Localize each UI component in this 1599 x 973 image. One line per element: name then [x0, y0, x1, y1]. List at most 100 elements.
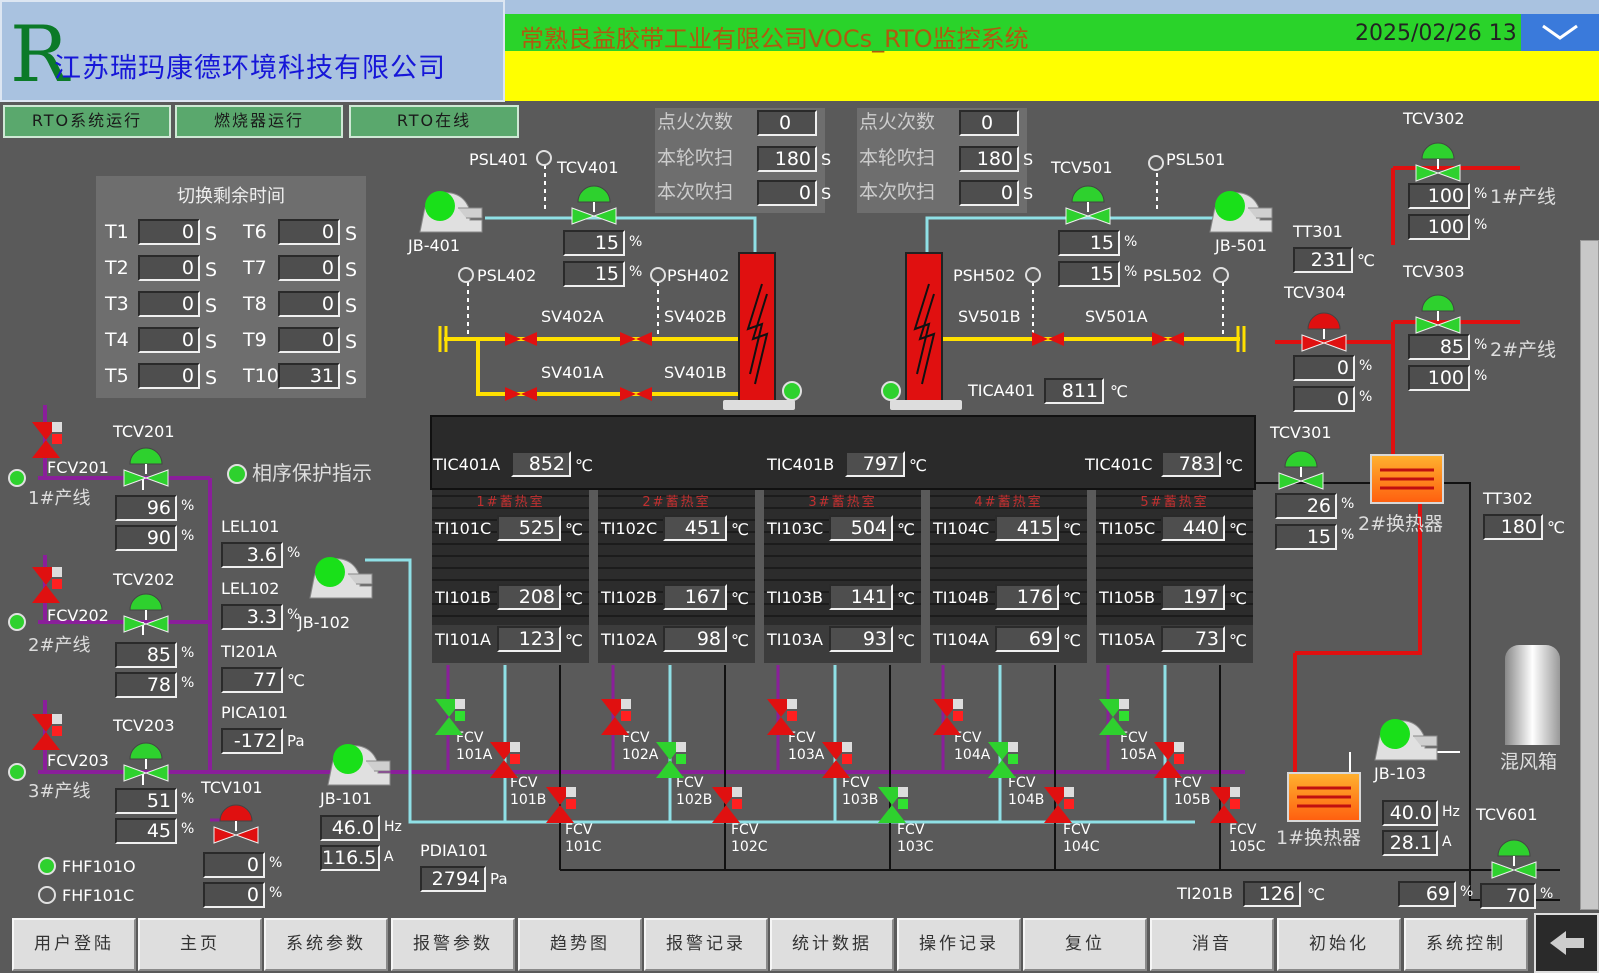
fan-jb501[interactable] [1200, 182, 1276, 242]
solenoid-valve[interactable] [618, 385, 654, 407]
valve-fcv-c[interactable] [710, 785, 744, 829]
solenoid-valve[interactable] [503, 330, 539, 352]
flame-icon [746, 283, 769, 385]
timer-value: 0 [138, 219, 200, 245]
heat-exchanger-1 [1287, 772, 1361, 822]
valve-fcv-b[interactable] [488, 740, 522, 784]
tic401c-unit: ℃ [1225, 456, 1243, 475]
solenoid-valve[interactable] [503, 385, 539, 407]
timer-label: T5 [105, 365, 129, 387]
timer-value: 0 [278, 327, 340, 353]
valve-tcv201[interactable] [120, 440, 172, 492]
inlet-indicator-3 [8, 763, 26, 781]
ti-value: 197 [1161, 584, 1225, 610]
valve-fcv-a[interactable] [1097, 697, 1131, 741]
ti-label: TI102A [601, 630, 657, 649]
timer-value: 0 [278, 255, 340, 281]
tcv304-fb: 0 [1293, 386, 1355, 412]
control-valve-icon [1065, 185, 1111, 225]
nav-button[interactable]: 操作记录 [897, 918, 1021, 971]
tcv303-fb: 100 [1408, 365, 1470, 391]
valve-fcv-c[interactable] [1208, 785, 1242, 829]
valve-tcv301[interactable] [1275, 443, 1327, 495]
valve-tcv203[interactable] [120, 735, 172, 787]
timer-value: 0 [278, 291, 340, 317]
nav-button[interactable]: 报警参数 [391, 918, 515, 971]
valve-tcv303[interactable] [1412, 287, 1464, 339]
valve-fcv-b[interactable] [1152, 740, 1186, 784]
timer-unit: S [345, 367, 358, 389]
tcv301-fb: 15 [1275, 524, 1337, 550]
valve-tcv601[interactable] [1488, 832, 1540, 884]
valve-fcv-a[interactable] [599, 697, 633, 741]
switch-timer-title: 切换剩余时间 [177, 186, 285, 207]
solenoid-valve[interactable] [618, 330, 654, 352]
valve-fcv-a[interactable] [765, 697, 799, 741]
fcv-valve-icon [32, 567, 62, 603]
ti-label: TI104C [933, 519, 990, 538]
fan-jb401[interactable] [410, 182, 486, 242]
right-scrollbar[interactable] [1580, 240, 1599, 910]
valve-fcv-a[interactable] [931, 697, 965, 741]
valve-tcv304[interactable] [1298, 305, 1350, 357]
tag-tcv501: TCV501 [1051, 158, 1113, 177]
tag-hx1: 1#换热器 [1276, 827, 1362, 849]
nav-button[interactable]: 系统控制 [1404, 918, 1528, 971]
tcv601-open: 69 [1398, 881, 1456, 907]
tag-fcv202: FCV202 [47, 606, 109, 625]
valve-fcv-b[interactable] [654, 740, 688, 784]
nav-button[interactable]: 主页 [138, 918, 262, 971]
ti-value: 73 [1161, 626, 1225, 652]
solenoid-valve-icon [505, 332, 537, 346]
lel101-value: 3.6 [221, 542, 283, 568]
pica101-unit: Pa [287, 732, 305, 750]
tag-ti201a: TI201A [221, 642, 277, 661]
valve-tcv501[interactable] [1062, 178, 1114, 230]
control-valve-icon [123, 593, 169, 633]
fan-jb103[interactable] [1365, 710, 1441, 770]
tcv401-fb: 15 [563, 261, 625, 287]
nav-button[interactable]: 系统参数 [264, 918, 388, 971]
fan-jb101[interactable] [318, 735, 394, 795]
solenoid-valve[interactable] [1150, 330, 1186, 352]
valve-fcv-c[interactable] [544, 785, 578, 829]
fan-jb102[interactable] [300, 548, 376, 608]
valve-fcv-a[interactable] [433, 697, 467, 741]
valve-tcv302[interactable] [1412, 135, 1464, 187]
nav-button[interactable]: 用户登陆 [12, 918, 136, 971]
valve-fcv-c[interactable] [876, 785, 910, 829]
ti201a-value: 77 [221, 667, 283, 693]
control-valve-icon [1301, 312, 1347, 352]
valve-fcv-b[interactable] [986, 740, 1020, 784]
nav-button[interactable]: 消音 [1150, 918, 1274, 971]
nav-button[interactable]: 报警记录 [644, 918, 768, 971]
tag-tt302: TT302 [1483, 489, 1533, 508]
purge-round-right-label: 本轮吹扫 [859, 147, 936, 169]
ti-value: 93 [829, 626, 893, 652]
back-button[interactable] [1534, 913, 1599, 973]
valve-fcv-c[interactable] [1042, 785, 1076, 829]
valve-fcv202[interactable] [30, 565, 64, 609]
solenoid-valve[interactable] [1030, 330, 1066, 352]
valve-fcv-b[interactable] [820, 740, 854, 784]
control-valve-icon [213, 804, 259, 844]
purge-now-right: 0 [959, 180, 1019, 206]
ti-value: 123 [497, 626, 561, 652]
nav-button[interactable]: 复位 [1023, 918, 1147, 971]
pdia101-unit: Pa [490, 870, 508, 888]
ti-unit: ℃ [565, 520, 583, 539]
valve-tcv202[interactable] [120, 586, 172, 638]
nav-button[interactable]: 统计数据 [770, 918, 894, 971]
valve-tcv401[interactable] [568, 178, 620, 230]
timer-unit: S [205, 259, 218, 281]
valve-tcv101[interactable] [210, 797, 262, 849]
ti-value: 141 [829, 584, 893, 610]
valve-fcv201[interactable] [30, 420, 64, 464]
tag-tt301: TT301 [1293, 222, 1343, 241]
nav-button[interactable]: 初始化 [1277, 918, 1401, 971]
valve-fcv203[interactable] [30, 712, 64, 756]
regenerator-title: 2#蓄热室 [642, 495, 711, 510]
nav-button[interactable]: 趋势图 [518, 918, 642, 971]
tag-sv501a: SV501A [1085, 307, 1148, 326]
purge-now-left: 0 [757, 180, 817, 206]
